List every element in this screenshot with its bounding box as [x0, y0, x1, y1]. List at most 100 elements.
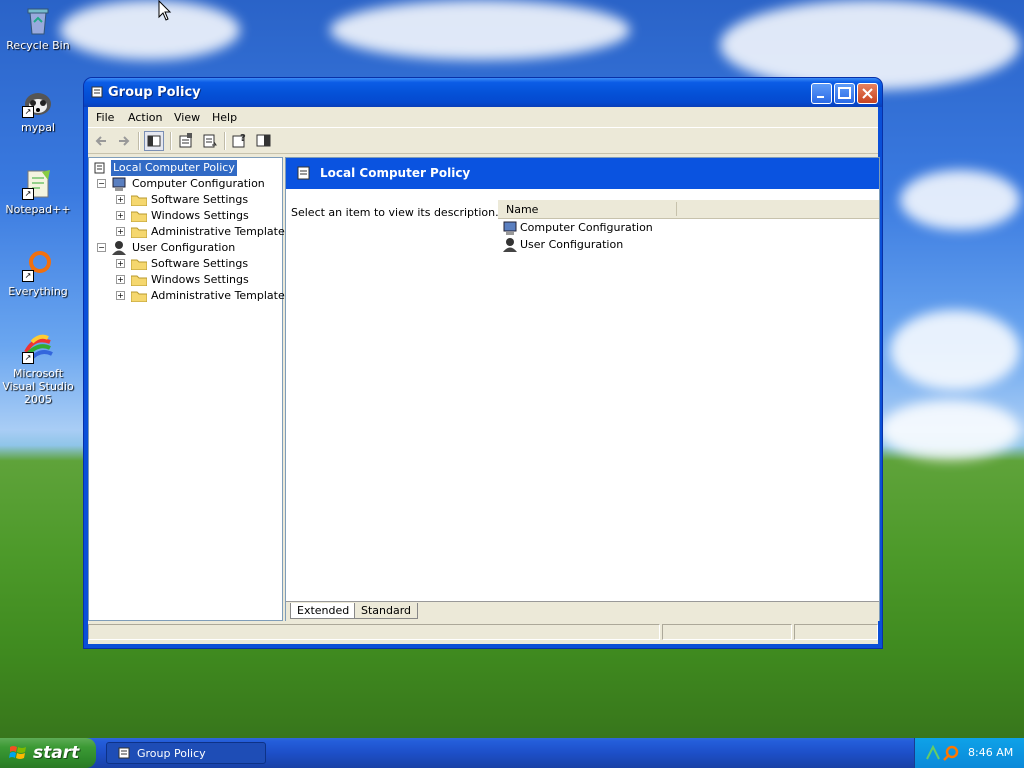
expand-toggle[interactable]: +	[116, 275, 125, 284]
window-client: File Action View Help ? Local Computer P…	[88, 107, 880, 644]
folder-icon	[131, 291, 147, 302]
menu-help[interactable]: Help	[212, 111, 237, 124]
visual-studio-icon: ↗	[22, 332, 54, 364]
svg-text:?: ?	[240, 133, 246, 144]
forward-button[interactable]	[114, 131, 134, 151]
folder-icon	[131, 227, 147, 238]
menu-action[interactable]: Action	[128, 111, 162, 124]
desktop-icon-label: mypal	[20, 121, 55, 134]
desktop-icon-visual-studio[interactable]: ↗ Microsoft Visual Studio 2005	[0, 332, 76, 406]
minimize-icon	[817, 96, 824, 98]
folder-icon	[131, 275, 147, 286]
toolbar-separator	[138, 132, 140, 150]
collapse-toggle[interactable]: −	[97, 243, 106, 252]
help-button[interactable]: ?	[230, 131, 250, 151]
status-panel	[662, 624, 792, 640]
column-divider[interactable]	[676, 202, 677, 216]
tree-item-label: Administrative Templates	[151, 225, 291, 238]
details-pane: Local Computer Policy Select an item to …	[285, 157, 880, 621]
collapse-toggle[interactable]: −	[97, 179, 106, 188]
show-hide-action-pane-button[interactable]	[254, 131, 274, 151]
window-title: Group Policy	[108, 85, 201, 100]
console-tree: Local Computer Policy − Computer Configu…	[88, 157, 291, 621]
taskbar-button-label: Group Policy	[137, 747, 206, 760]
properties-button[interactable]	[176, 131, 196, 151]
tab-extended[interactable]: Extended	[290, 603, 357, 619]
menu-view[interactable]: View	[174, 111, 200, 124]
column-header-name[interactable]: Name	[506, 203, 538, 216]
status-panel	[794, 624, 878, 640]
folder-icon	[131, 211, 147, 222]
desktop-icon-label: Everything	[8, 285, 68, 298]
tree-item-label: User Configuration	[132, 241, 236, 254]
status-panel	[88, 624, 660, 640]
policy-scroll-icon	[297, 166, 310, 180]
taskbar-button-group-policy[interactable]: Group Policy	[106, 742, 266, 764]
search-magnifier-icon[interactable]	[943, 745, 959, 761]
menu-bar: File Action View Help	[88, 107, 878, 128]
details-header: Local Computer Policy	[286, 158, 879, 189]
expand-toggle[interactable]: +	[116, 195, 125, 204]
desktop-icon-notepadpp[interactable]: ↗ Notepad++	[0, 168, 76, 216]
shortcut-arrow-icon: ↗	[22, 106, 34, 118]
help-icon: ?	[232, 133, 246, 148]
desktop-icon-label: Recycle Bin	[6, 39, 70, 52]
tab-standard[interactable]: Standard	[354, 603, 419, 619]
action-pane-icon	[256, 134, 271, 147]
show-hide-tree-button[interactable]	[144, 131, 164, 151]
everything-search-icon: ↗	[22, 250, 54, 282]
folder-icon	[131, 259, 147, 270]
tree-item-label: Windows Settings	[151, 209, 249, 222]
computer-icon	[112, 177, 126, 191]
title-bar[interactable]: Group Policy	[84, 78, 882, 107]
menu-file[interactable]: File	[96, 111, 114, 124]
back-button[interactable]	[92, 131, 112, 151]
toolbar-separator	[224, 132, 226, 150]
toolbar: ?	[88, 129, 878, 154]
tree-item-label: Local Computer Policy	[111, 160, 237, 176]
network-icon[interactable]	[925, 745, 941, 761]
desktop-icon-label: Notepad++	[5, 203, 71, 216]
folder-icon	[131, 195, 147, 206]
desktop-icon-mypal[interactable]: ↗ mypal	[0, 86, 76, 134]
expand-toggle[interactable]: +	[116, 211, 125, 220]
computer-icon	[503, 221, 517, 235]
export-list-icon	[203, 134, 217, 148]
desktop-icon-everything[interactable]: ↗ Everything	[0, 250, 76, 298]
maximize-button[interactable]	[834, 83, 855, 104]
list-item-label: Computer Configuration	[520, 221, 653, 234]
list-header: Name	[498, 200, 879, 219]
expand-toggle[interactable]: +	[116, 291, 125, 300]
shortcut-arrow-icon: ↗	[22, 270, 34, 282]
export-list-button[interactable]	[200, 131, 220, 151]
tree-item-label: Software Settings	[151, 257, 249, 270]
taskbar: start Group Policy 8:46 AM	[0, 738, 1024, 768]
view-tabs: Extended Standard	[286, 601, 879, 621]
system-tray: 8:46 AM	[914, 738, 1024, 768]
tree-item-label: Administrative Templates	[151, 289, 291, 302]
list-item-label: User Configuration	[520, 238, 624, 251]
policy-scroll-icon	[94, 162, 105, 174]
shortcut-arrow-icon: ↗	[22, 188, 34, 200]
windows-logo-icon	[9, 746, 26, 759]
desktop-icon-recycle-bin[interactable]: Recycle Bin	[0, 4, 76, 52]
tree-item-label: Windows Settings	[151, 273, 249, 286]
clock[interactable]: 8:46 AM	[968, 746, 1013, 759]
expand-toggle[interactable]: +	[116, 227, 125, 236]
notepadpp-icon: ↗	[22, 168, 54, 200]
group-policy-window[interactable]: Group Policy File Action View Help ? Loc…	[84, 78, 882, 648]
maximize-icon	[838, 87, 851, 99]
start-button[interactable]: start	[0, 738, 96, 768]
details-title: Local Computer Policy	[320, 166, 471, 180]
shortcut-arrow-icon: ↗	[22, 352, 34, 364]
toolbar-separator	[170, 132, 172, 150]
status-bar	[88, 622, 878, 642]
back-arrow-icon	[95, 136, 106, 146]
recycle-bin-icon	[22, 4, 54, 36]
tree-item-label: Computer Configuration	[132, 177, 265, 190]
close-button[interactable]	[857, 83, 878, 104]
expand-toggle[interactable]: +	[116, 259, 125, 268]
user-icon	[503, 238, 517, 252]
group-policy-icon	[91, 86, 103, 98]
minimize-button[interactable]	[811, 83, 832, 104]
